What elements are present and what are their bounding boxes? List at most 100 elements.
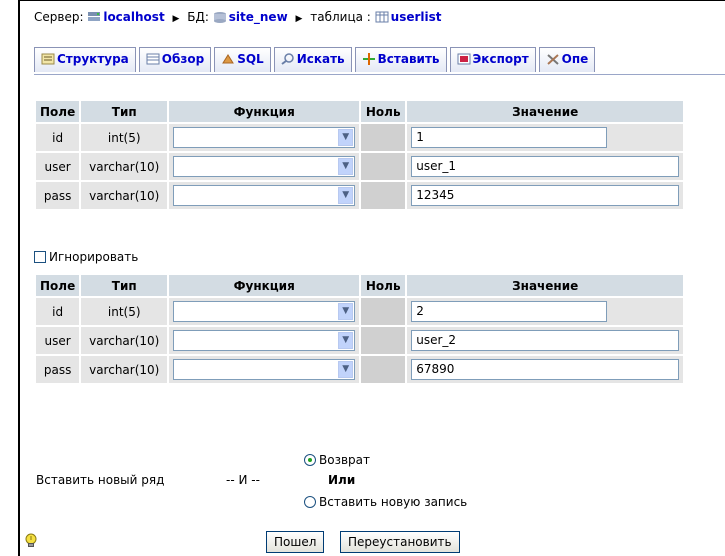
value-cell: 67890 [407,356,684,383]
field-name: pass [36,356,80,383]
ignore-checkbox[interactable] [34,251,46,263]
chevron-right-icon: ▶ [295,14,303,24]
db-link[interactable]: site_new [229,10,288,24]
field-type: int(5) [81,298,168,325]
function-select[interactable]: ▼ [173,330,356,351]
tab-bar: Структура Обзор SQL Искать Вставить Эксп… [34,47,725,75]
value-cell: 1 [407,124,684,151]
col-function-header: Функция [169,275,360,296]
table-link[interactable]: userlist [391,10,442,24]
col-null-header: Ноль [361,275,406,296]
export-icon [457,50,471,73]
null-cell [361,327,406,354]
search-icon [281,50,295,73]
function-select[interactable]: ▼ [173,156,356,177]
tab-structure[interactable]: Структура [34,47,136,72]
table-row: id int(5) ▼ 2 [36,298,684,325]
function-cell: ▼ [169,153,360,180]
database-icon [213,11,227,26]
server-link[interactable]: localhost [103,10,164,24]
col-function-header: Функция [169,101,360,122]
structure-icon [41,50,55,73]
tab-insert-label: Вставить [377,52,440,66]
chevron-right-icon: ▶ [172,14,180,24]
chevron-down-icon: ▼ [338,187,354,204]
browse-icon [146,50,160,73]
chevron-down-icon: ▼ [338,158,354,175]
field-type: varchar(10) [81,182,168,209]
table-row: user varchar(10) ▼ user_1 [36,153,684,180]
ignore-option[interactable]: Игнорировать [34,250,138,264]
server-label: Сервер: [34,10,84,24]
server-icon [87,11,101,26]
tab-search-label: Искать [296,52,345,66]
return-label: Возврат [319,453,370,467]
value-input[interactable]: 2 [411,301,608,322]
value-cell: user_2 [407,327,684,354]
tab-search[interactable]: Искать [273,47,352,73]
sql-icon [221,50,235,73]
field-type: varchar(10) [81,327,168,354]
function-select[interactable]: ▼ [173,127,356,148]
field-type: int(5) [81,124,168,151]
table-row: pass varchar(10) ▼ 12345 [36,182,684,209]
value-input[interactable]: 1 [411,127,608,148]
col-field-header: Поле [36,101,80,122]
function-cell: ▼ [169,182,360,209]
null-cell [361,153,406,180]
function-cell: ▼ [169,298,360,325]
function-cell: ▼ [169,327,360,354]
value-input[interactable]: user_2 [411,330,680,351]
chevron-down-icon: ▼ [338,361,354,378]
tab-browse[interactable]: Обзор [138,47,212,73]
null-cell [361,124,406,151]
value-input[interactable]: user_1 [411,156,680,177]
table-label: таблица : [310,10,371,24]
value-input[interactable]: 67890 [411,359,680,380]
ignore-label: Игнорировать [49,250,139,264]
tab-insert[interactable]: Вставить [354,47,447,72]
insert-new-radio[interactable] [304,496,316,508]
field-name: user [36,153,80,180]
function-select[interactable]: ▼ [173,301,356,322]
col-value-header: Значение [407,275,684,296]
tab-browse-label: Обзор [161,52,205,66]
field-type: varchar(10) [81,153,168,180]
table-row: id int(5) ▼ 1 [36,124,684,151]
main-frame: Сервер: localhost ▶ БД: site_new ▶ табли… [18,0,725,556]
function-cell: ▼ [169,356,360,383]
return-radio[interactable] [304,454,316,466]
table-row: user varchar(10) ▼ user_2 [36,327,684,354]
table-icon [375,11,389,26]
col-value-header: Значение [407,101,684,122]
tab-sql-label: SQL [237,52,264,66]
tab-export[interactable]: Экспорт [449,47,536,73]
insert-new-option[interactable]: Вставить новую запись [304,495,467,509]
col-type-header: Тип [81,101,168,122]
or-label: Или [328,473,356,487]
return-option[interactable]: Возврат [304,453,370,467]
value-input[interactable]: 12345 [411,185,680,206]
reset-button[interactable]: Переустановить [340,531,460,553]
tab-sql[interactable]: SQL [214,47,271,72]
lightbulb-icon [24,533,38,552]
col-type-header: Тип [81,275,168,296]
value-cell: 2 [407,298,684,325]
header-row: Поле Тип Функция Ноль Значение [36,101,684,122]
function-select[interactable]: ▼ [173,185,356,206]
value-cell: user_1 [407,153,684,180]
go-button[interactable]: Пошел [266,531,325,553]
null-cell [361,182,406,209]
col-field-header: Поле [36,275,80,296]
field-name: pass [36,182,80,209]
field-name: id [36,298,80,325]
tab-operations[interactable]: Опе [538,47,596,72]
db-label: БД: [187,10,209,24]
chevron-down-icon: ▼ [338,303,354,320]
chevron-down-icon: ▼ [338,129,354,146]
and-label: -- И -- [226,473,260,487]
function-select[interactable]: ▼ [173,359,356,380]
field-name: id [36,124,80,151]
field-name: user [36,327,80,354]
value-cell: 12345 [407,182,684,209]
